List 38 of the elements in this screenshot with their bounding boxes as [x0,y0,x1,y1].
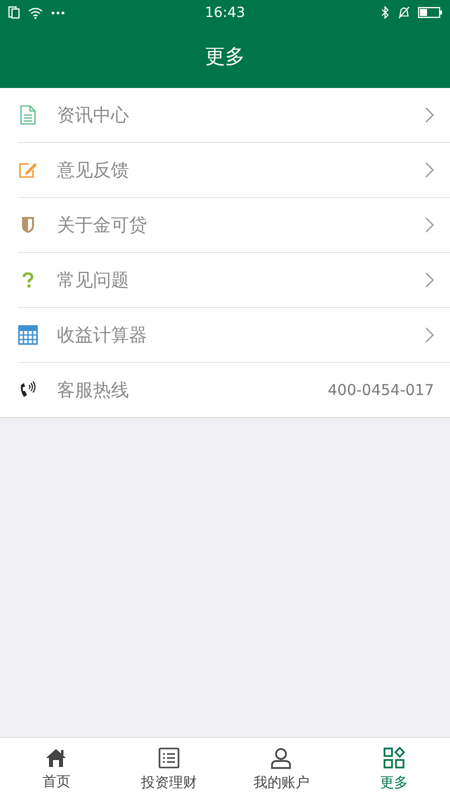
chevron-right-icon [425,217,434,233]
chevron-right-icon [425,107,434,123]
tab-item[interactable]: 更多 [338,738,450,800]
menu-label: 客服热线 [57,379,130,402]
page-title: 更多 [205,43,245,70]
tab-item[interactable]: 我的账户 [225,738,338,800]
tab-item[interactable]: 投资理财 [112,738,225,800]
menu-item[interactable]: 客服热线 400-0454-017 [18,362,450,417]
list-icon [158,746,180,768]
document-icon [18,105,38,125]
chevron-right-icon [425,272,434,288]
grid-icon [382,746,405,768]
tab-item[interactable]: 首页 [0,738,112,800]
chevron-right-icon [425,327,434,343]
menu-item[interactable]: 资讯中心 [18,88,450,142]
more-dots-icon [51,10,65,14]
home-icon [45,748,68,768]
menu-item[interactable]: 常见问题 [18,252,450,307]
chevron-right-icon [425,162,434,178]
bluetooth-icon [381,6,390,19]
bell-muted-icon [398,6,410,19]
menu-label: 意见反馈 [57,159,130,182]
menu-label: 收益计算器 [57,324,148,347]
battery-icon [418,7,442,18]
menu-item[interactable]: 意见反馈 [18,142,450,197]
menu-item[interactable]: 收益计算器 [18,307,450,362]
phone-number: 400-0454-017 [328,381,434,399]
menu-label: 资讯中心 [57,104,130,127]
menu-label: 关于金可贷 [57,214,148,237]
menu-item[interactable]: 关于金可贷 [18,197,450,252]
wifi-icon [28,6,43,18]
status-time: 16:43 [204,4,246,20]
phone-icon [18,381,38,399]
calculator-icon [18,325,38,345]
edit-icon [18,161,38,179]
sim-card-icon [8,6,20,19]
menu-label: 常见问题 [57,269,130,292]
user-icon [270,746,292,768]
